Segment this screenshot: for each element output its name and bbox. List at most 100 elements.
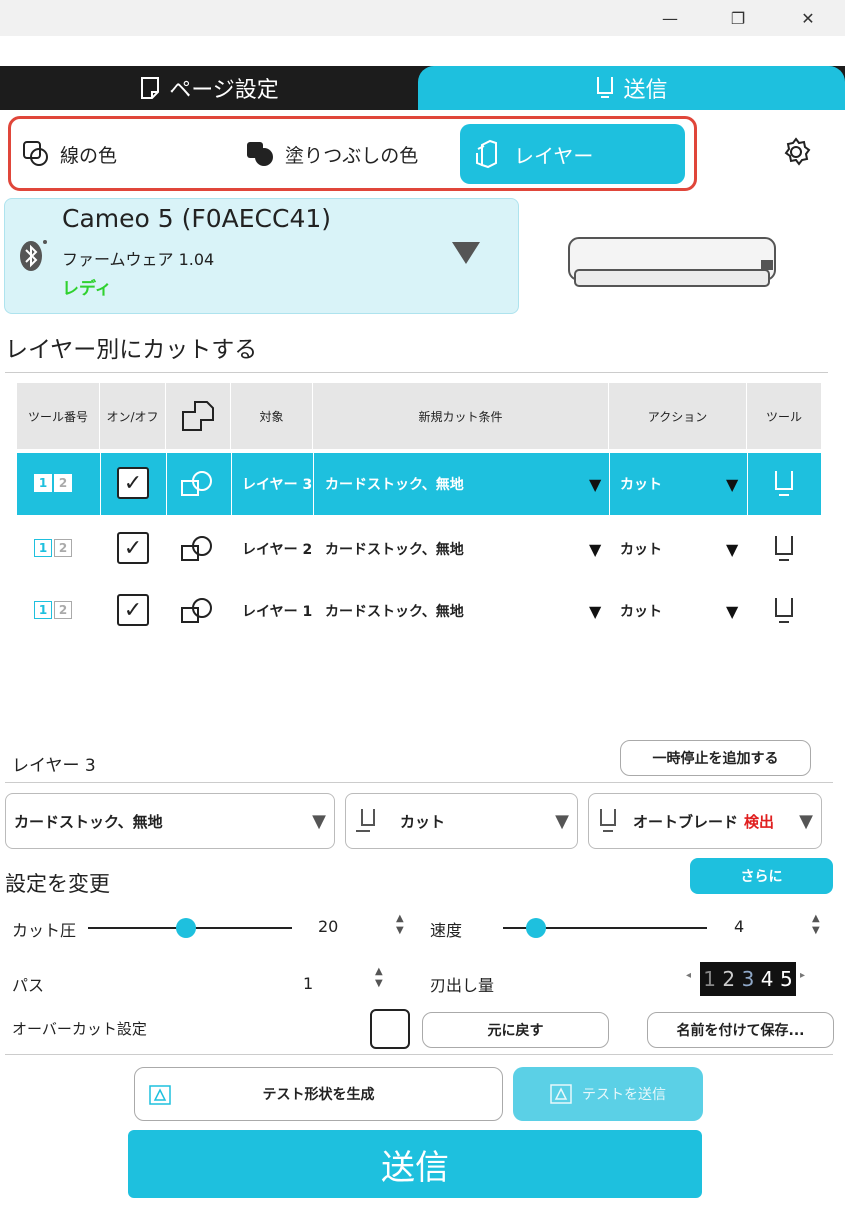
blade-tool-icon — [773, 596, 795, 630]
generate-test-shape-button[interactable]: テスト形状を生成 — [134, 1067, 503, 1121]
add-pause-button[interactable]: 一時停止を追加する — [620, 740, 811, 776]
minimize-button[interactable]: — — [640, 0, 700, 36]
blade-depth-decrease-icon[interactable]: ◂ — [686, 970, 691, 981]
blade-tool-icon — [600, 809, 616, 832]
layer-shape-icon — [180, 534, 216, 568]
force-stepper[interactable]: ▲ ▼ — [396, 913, 404, 937]
col-on-off: オン/オフ — [100, 383, 166, 449]
segment-line-color[interactable]: 線の色 — [22, 124, 117, 184]
layer-panel-title: レイヤー 3 — [12, 756, 96, 776]
layer-shape-icon — [180, 596, 216, 630]
speed-slider-handle[interactable] — [525, 918, 546, 938]
line-color-icon — [23, 141, 48, 166]
blade-depth-digit: 1 — [703, 967, 716, 991]
row-separator — [747, 453, 748, 515]
col-shape — [166, 383, 231, 449]
tool-number-1[interactable]: 1 — [34, 539, 52, 557]
settings-gear-icon[interactable] — [780, 136, 812, 172]
blade-depth-label: 刃出し量 — [430, 976, 495, 995]
tool-number-1[interactable]: 1 — [34, 474, 52, 492]
passes-stepper[interactable]: ▲ ▼ — [375, 966, 383, 990]
segment-fill-color[interactable]: 塗りつぶしの色 — [245, 124, 418, 184]
triangle-icon — [550, 1084, 572, 1104]
action-select[interactable]: カット ▼ — [345, 793, 578, 849]
device-dropdown-arrow-icon[interactable] — [452, 242, 480, 264]
layer-row[interactable]: 1 2 ✓ レイヤー 3 カードストック、無地 ▼ カット ▼ — [17, 453, 821, 515]
layer-row[interactable]: 1 2 ✓ レイヤー 2 カードストック、無地 ▼ カット ▼ — [17, 518, 821, 580]
blade-tool-icon — [356, 809, 375, 832]
blade-select[interactable]: オートブレード 検出 ▼ — [588, 793, 822, 849]
condition-dropdown-arrow-icon[interactable]: ▼ — [589, 518, 601, 580]
blade-depth-digit: 3 — [741, 967, 755, 991]
more-button[interactable]: さらに — [690, 858, 833, 894]
layer-row[interactable]: 1 2 ✓ レイヤー 1 カードストック、無地 ▼ カット ▼ — [17, 580, 821, 642]
restore-button[interactable]: ❐ — [708, 0, 768, 36]
blade-depth-digit: 4 — [760, 967, 774, 991]
save-as-button[interactable]: 名前を付けて保存... — [647, 1012, 834, 1048]
tool-number-2[interactable]: 2 — [54, 539, 72, 557]
material-select-value: カードストック、無地 — [14, 812, 163, 831]
layer-condition[interactable]: カードストック、無地 — [325, 453, 464, 515]
tool-number-badges[interactable]: 1 2 — [34, 601, 72, 619]
layer-enabled-checkbox[interactable]: ✓ — [117, 467, 149, 499]
layer-action[interactable]: カット — [620, 580, 662, 642]
device-firmware: ファームウェア 1.04 — [62, 250, 215, 269]
blade-depth-digit: 5 — [779, 967, 793, 991]
tab-page-setup[interactable]: ページ設定 — [0, 66, 418, 110]
device-name: Cameo 5 (F0AECC41) — [62, 204, 332, 233]
overcut-checkbox[interactable] — [370, 1009, 410, 1049]
action-dropdown-arrow-icon[interactable]: ▼ — [726, 518, 738, 580]
tab-send[interactable]: 送信 — [418, 66, 845, 110]
tool-number-badges[interactable]: 1 2 — [34, 474, 72, 492]
overcut-label: オーバーカット設定 — [12, 1020, 147, 1038]
col-tool: ツール — [765, 409, 802, 424]
blade-tool-icon — [773, 469, 795, 503]
page-icon — [141, 77, 160, 99]
layer-panel-divider — [5, 782, 833, 783]
layer-enabled-checkbox[interactable]: ✓ — [117, 532, 149, 564]
bluetooth-icon — [18, 238, 48, 278]
material-select[interactable]: カードストック、無地 ▼ — [5, 793, 335, 849]
layer-action[interactable]: カット — [620, 518, 662, 580]
speed-label: 速度 — [430, 921, 463, 940]
shape-outline-icon — [182, 401, 214, 431]
action-dropdown-arrow-icon[interactable]: ▼ — [726, 580, 738, 642]
tab-send-label: 送信 — [623, 78, 668, 103]
close-button[interactable]: ✕ — [778, 0, 838, 36]
section-divider — [5, 372, 828, 373]
passes-label: パス — [12, 976, 45, 995]
send-test-button[interactable]: テストを送信 — [513, 1067, 703, 1121]
segment-fill-color-label: 塗りつぶしの色 — [285, 144, 419, 167]
row-separator — [166, 453, 167, 515]
layer-shape-icon — [180, 469, 216, 503]
layer-name: レイヤー 1 — [242, 604, 313, 620]
speed-stepper[interactable]: ▲ ▼ — [812, 913, 820, 937]
blade-depth-dial[interactable]: 1 2 3 4 5 — [700, 962, 796, 996]
row-separator — [609, 453, 610, 515]
revert-button[interactable]: 元に戻す — [422, 1012, 609, 1048]
segment-layer[interactable]: レイヤー — [460, 124, 685, 184]
layer-name: レイヤー 2 — [242, 542, 313, 558]
layer-enabled-checkbox[interactable]: ✓ — [117, 594, 149, 626]
layer-action[interactable]: カット — [620, 453, 662, 515]
condition-dropdown-arrow-icon[interactable]: ▼ — [589, 453, 601, 515]
tool-number-2[interactable]: 2 — [54, 601, 72, 619]
blade-depth-increase-icon[interactable]: ▸ — [800, 970, 805, 981]
force-slider-handle[interactable] — [175, 918, 196, 938]
fill-color-icon — [247, 142, 273, 166]
segment-line-color-label: 線の色 — [60, 144, 118, 167]
row-separator — [231, 453, 232, 515]
tool-number-2[interactable]: 2 — [54, 474, 72, 492]
layer-condition[interactable]: カードストック、無地 — [325, 518, 464, 580]
force-label: カット圧 — [12, 921, 77, 940]
layers-icon — [476, 139, 497, 169]
action-dropdown-arrow-icon[interactable]: ▼ — [726, 453, 738, 515]
send-button[interactable]: 送信 — [128, 1130, 702, 1198]
layer-condition[interactable]: カードストック、無地 — [325, 580, 464, 642]
tool-number-badges[interactable]: 1 2 — [34, 539, 72, 557]
force-value: 20 — [318, 917, 339, 936]
settings-divider — [5, 1054, 833, 1055]
tool-number-1[interactable]: 1 — [34, 601, 52, 619]
condition-dropdown-arrow-icon[interactable]: ▼ — [589, 580, 601, 642]
col-action: アクション — [609, 383, 747, 449]
